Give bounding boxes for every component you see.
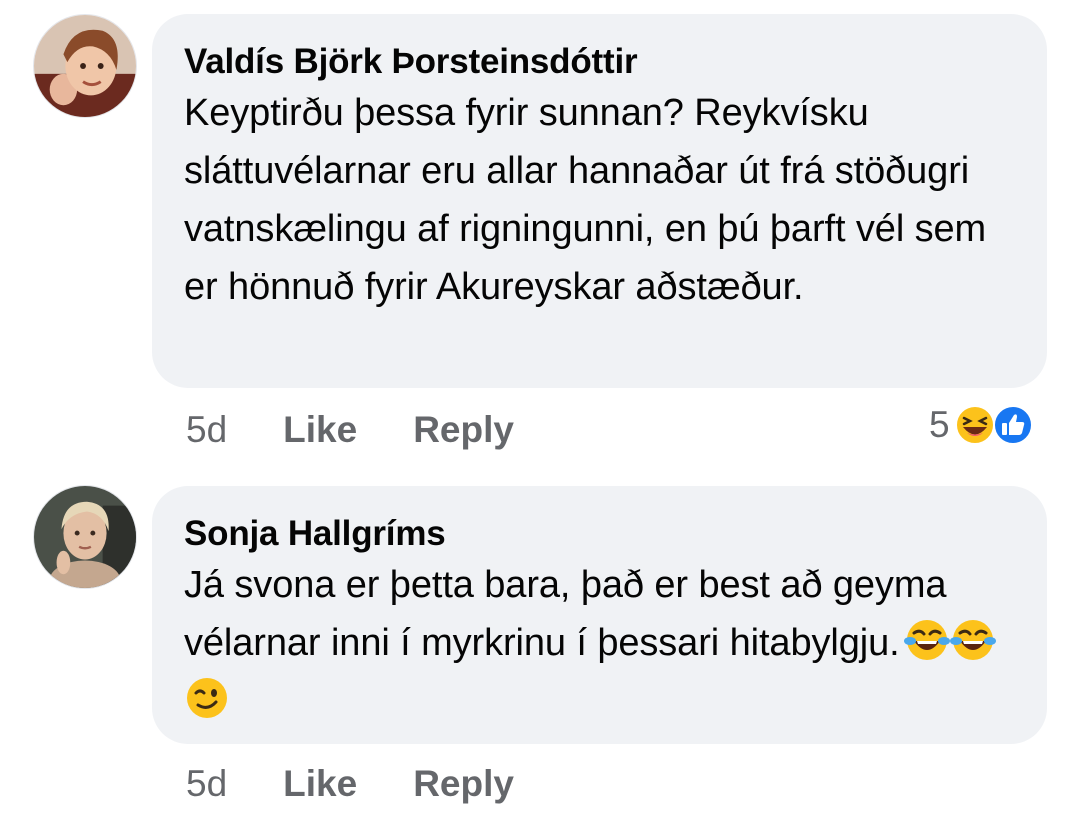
comment-bubble: Sonja Hallgríms Já svona er þetta bara, … [152, 486, 1047, 744]
like-button[interactable]: Like [283, 408, 357, 452]
haha-reaction-icon [954, 404, 996, 446]
comment-text: Já svona er þetta bara, það er best að g… [184, 556, 1017, 730]
tears-of-joy-emoji-icon [903, 617, 950, 663]
comment-timestamp[interactable]: 5d [186, 408, 227, 452]
comment-author[interactable]: Valdís Björk Þorsteinsdóttir [184, 40, 1017, 84]
comment-actions: 5d Like Reply [186, 762, 570, 806]
reply-button[interactable]: Reply [413, 408, 514, 452]
like-button[interactable]: Like [283, 762, 357, 806]
comment-actions: 5d Like Reply [186, 408, 570, 452]
like-reaction-icon [992, 404, 1034, 446]
reaction-summary[interactable]: 5 [929, 404, 1034, 446]
comment-author[interactable]: Sonja Hallgríms [184, 512, 1017, 556]
avatar[interactable] [33, 485, 137, 589]
comment-text-body: Já svona er þetta bara, það er best að g… [184, 564, 947, 664]
avatar[interactable] [33, 14, 137, 118]
comment-timestamp[interactable]: 5d [186, 762, 227, 806]
winking-face-emoji-icon [184, 675, 230, 721]
reply-button[interactable]: Reply [413, 762, 514, 806]
tears-of-joy-emoji-icon [949, 617, 996, 663]
reaction-count: 5 [929, 404, 950, 445]
comment-bubble: Valdís Björk Þorsteinsdóttir Keyptirðu þ… [152, 14, 1047, 388]
comment-text: Keyptirðu þessa fyrir sunnan? Reykvísku … [184, 92, 987, 308]
